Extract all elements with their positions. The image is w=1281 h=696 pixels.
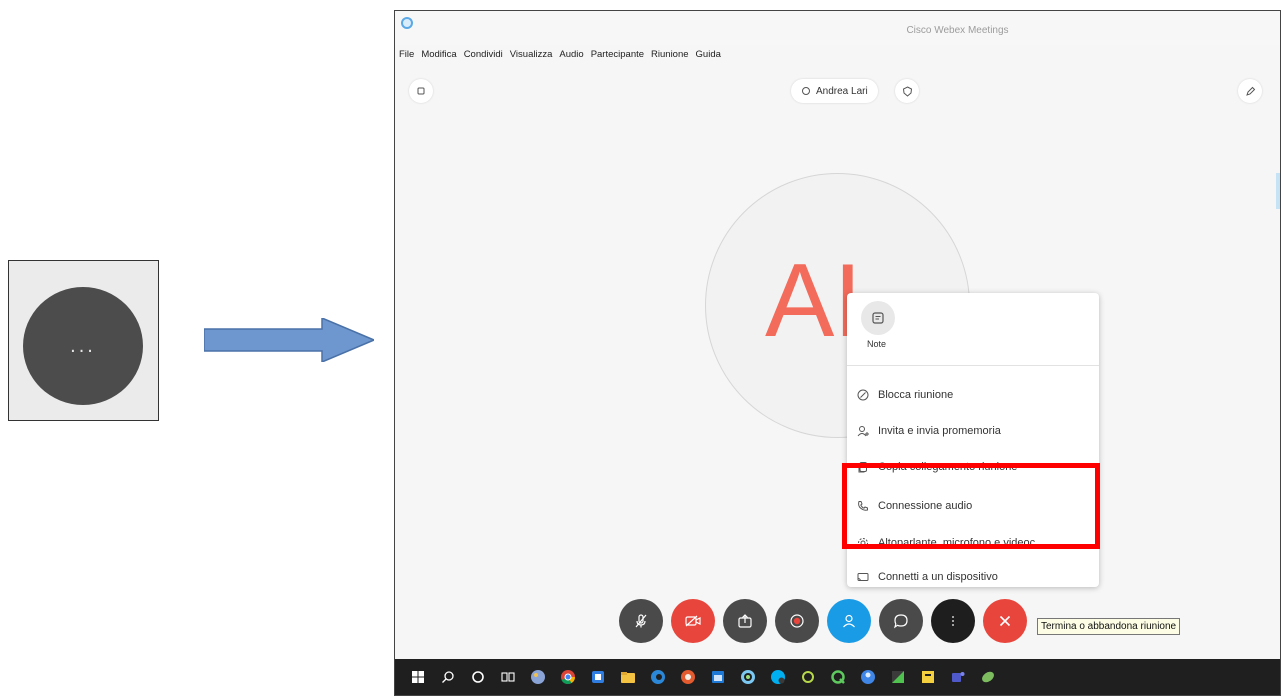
person-add-icon — [857, 425, 869, 437]
record-button[interactable] — [775, 599, 819, 643]
leave-button[interactable] — [983, 599, 1027, 643]
app-dark-green-icon[interactable] — [889, 669, 906, 686]
mute-button[interactable] — [619, 599, 663, 643]
menu-item-label: Connetti a un dispositivo — [878, 571, 998, 583]
close-icon — [999, 615, 1011, 627]
more-button[interactable] — [931, 599, 975, 643]
more-icon: ... — [23, 287, 143, 405]
edge-icon[interactable] — [649, 669, 666, 686]
paint-app-icon[interactable] — [529, 669, 546, 686]
cortana-icon[interactable] — [469, 669, 486, 686]
menu-guida[interactable]: Guida — [696, 49, 721, 65]
window-title: Cisco Webex Meetings — [906, 25, 1009, 36]
menu-modifica[interactable]: Modifica — [421, 49, 456, 65]
host-indicator[interactable]: Andrea Lari — [791, 79, 878, 103]
task-view-icon[interactable] — [499, 669, 516, 686]
file-explorer-icon[interactable] — [619, 669, 636, 686]
webex-window: Cisco Webex Meetings File Modifica Condi… — [394, 10, 1281, 696]
taskbar — [395, 659, 1280, 695]
menu-divider — [847, 365, 1099, 366]
participants-button[interactable] — [827, 599, 871, 643]
highlight-box — [842, 463, 1100, 549]
menu-item-label: Invita e invia promemoria — [878, 425, 1001, 437]
meeting-controls — [619, 599, 1027, 643]
chrome-icon[interactable] — [559, 669, 576, 686]
search-icon[interactable] — [439, 669, 456, 686]
microphone-icon — [635, 614, 647, 628]
page: ... Cisco Webex Meetings File Modifica C… — [0, 0, 1281, 696]
menu-item-invita-promemoria[interactable]: Invita e invia promemoria — [857, 420, 1001, 442]
arrow-right-icon — [204, 318, 374, 362]
lock-icon — [857, 389, 869, 401]
menu-audio[interactable]: Audio — [559, 49, 583, 65]
chat-icon — [894, 614, 908, 629]
menu-condividi[interactable]: Condividi — [464, 49, 503, 65]
zoomed-more-button-callout: ... — [8, 260, 159, 421]
windows-start-icon[interactable] — [409, 669, 426, 686]
menu-item-connetti-dispositivo[interactable]: Connetti a un dispositivo — [857, 566, 998, 588]
teams-icon[interactable] — [949, 669, 966, 686]
sticky-notes-icon[interactable] — [919, 669, 936, 686]
layout-button[interactable] — [1238, 79, 1262, 103]
video-button[interactable] — [671, 599, 715, 643]
share-icon — [738, 614, 752, 628]
menu-visualizza[interactable]: Visualizza — [510, 49, 553, 65]
menu-partecipante[interactable]: Partecipante — [591, 49, 644, 65]
host-ring-icon — [802, 87, 810, 95]
app-q-green-icon[interactable] — [829, 669, 846, 686]
shield-icon — [902, 85, 912, 97]
chat-button[interactable] — [879, 599, 923, 643]
title-bar: Cisco Webex Meetings — [395, 11, 1280, 45]
info-square-icon — [417, 87, 425, 95]
notes-label: Note — [867, 339, 887, 349]
notes-button[interactable] — [861, 301, 895, 335]
video-off-icon — [685, 615, 701, 627]
leave-tooltip: Termina o abbandona riunione — [1037, 618, 1181, 635]
skype-icon[interactable] — [769, 669, 786, 686]
more-glyph: ... — [70, 334, 96, 357]
webex-taskbar-icon[interactable] — [739, 669, 756, 686]
pencil-icon — [1245, 86, 1255, 96]
cast-icon — [857, 571, 869, 583]
store-app-icon[interactable] — [589, 669, 606, 686]
media-app-icon[interactable] — [679, 669, 696, 686]
host-name: Andrea Lari — [816, 85, 868, 97]
calendar-app-icon[interactable] — [709, 669, 726, 686]
app-blue-orb-icon[interactable] — [859, 669, 876, 686]
menu-file[interactable]: File — [399, 49, 414, 65]
share-button[interactable] — [723, 599, 767, 643]
person-icon — [843, 614, 855, 628]
menu-item-blocca-riunione[interactable]: Blocca riunione — [857, 384, 953, 406]
meeting-info-button[interactable] — [409, 79, 433, 103]
note-icon — [872, 312, 884, 324]
menu-riunione[interactable]: Riunione — [651, 49, 689, 65]
side-scroll-hint — [1276, 173, 1280, 209]
app-q-yellow-icon[interactable] — [799, 669, 816, 686]
app-green-leaf-icon[interactable] — [979, 669, 996, 686]
menu-item-label: Blocca riunione — [878, 389, 954, 401]
menu-bar: File Modifica Condividi Visualizza Audio… — [399, 49, 721, 65]
record-icon — [790, 614, 804, 628]
more-icon — [952, 616, 954, 626]
lock-status-button[interactable] — [895, 79, 919, 103]
